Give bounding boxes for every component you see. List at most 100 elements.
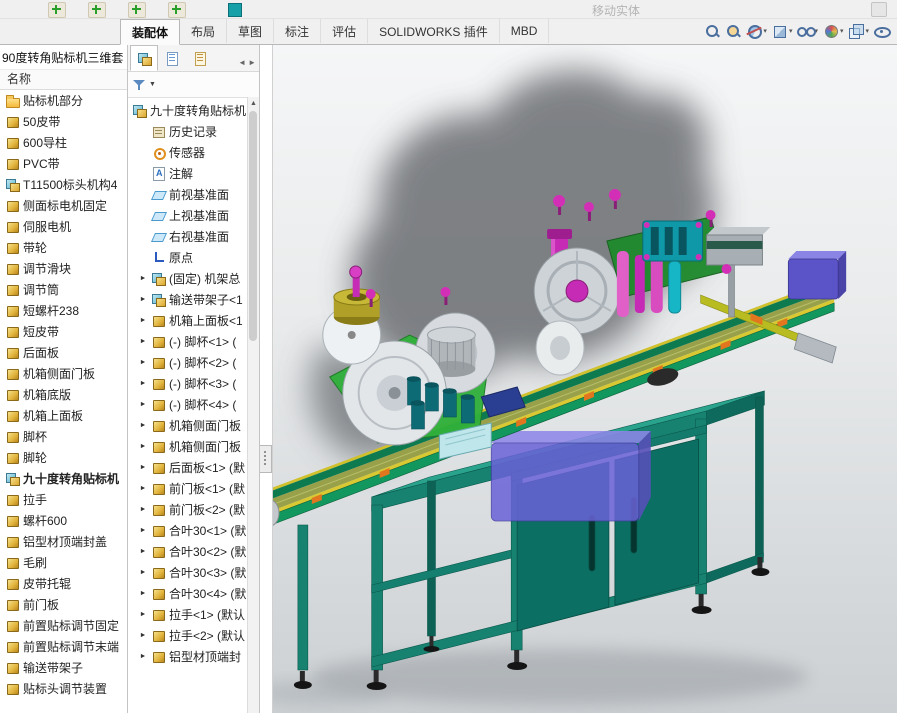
file-list-item[interactable]: 前门板 [0,594,127,615]
expand-arrow-icon[interactable]: ► [138,422,148,429]
view-tool-button[interactable]: ▾ [724,20,742,42]
view-tool-button[interactable]: ▾ [771,20,794,42]
file-list-item[interactable]: 拉手 [0,489,127,510]
file-list-item[interactable]: 50皮带 [0,111,127,132]
tree-item[interactable]: ► (-) 脚杯<2> ( [128,352,259,373]
file-list-item[interactable]: 机箱底版 [0,384,127,405]
file-list-item[interactable]: 600导柱 [0,132,127,153]
model-motor-box[interactable] [490,431,651,522]
file-list-item[interactable]: 前置贴标调节末端 [0,636,127,657]
expand-arrow-icon[interactable]: ► [138,569,148,576]
filter-caret-icon[interactable]: ▼ [149,81,156,88]
file-list-item[interactable]: 调节筒 [0,279,127,300]
tree-item[interactable]: ► 传感器 [128,142,259,163]
scroll-thumb[interactable] [249,111,257,341]
file-list-item[interactable]: 脚杯 [0,426,127,447]
tree-item[interactable]: ► 后面板<1> (默 [128,457,259,478]
file-list-item[interactable]: 侧面标电机固定 [0,195,127,216]
tree-item[interactable]: ► (固定) 机架总 [128,268,259,289]
dropdown-caret-icon[interactable]: ▾ [763,27,767,35]
tree-item[interactable]: ► 输送带架子<1 [128,289,259,310]
dropdown-caret-icon[interactable]: ▾ [865,27,869,35]
command-tab[interactable]: MBD [500,19,550,43]
sketch-tool-icon[interactable] [228,3,242,17]
file-list-item[interactable]: 贴标头调节装置 [0,678,127,699]
view-tool-button[interactable]: ▾ [796,20,819,42]
expand-arrow-icon[interactable]: ► [138,401,148,408]
file-list-item[interactable]: 贴标机部分 [0,90,127,111]
expand-arrow-icon[interactable]: ► [138,548,148,555]
tree-item[interactable]: ► 注解 [128,163,259,184]
tree-item[interactable]: ► 前视基准面 [128,184,259,205]
file-list-item[interactable]: 调节滑块 [0,258,127,279]
splitter-handle-icon[interactable] [260,445,272,473]
expand-arrow-icon[interactable]: ► [138,527,148,534]
file-list-item[interactable]: 铝型材顶端封盖 [0,531,127,552]
file-list-item[interactable]: 机箱侧面门板 [0,363,127,384]
expand-arrow-icon[interactable]: ► [138,590,148,597]
file-list-item[interactable]: 短皮带 [0,321,127,342]
expand-arrow-icon[interactable]: ► [138,317,148,324]
file-list-item[interactable]: 九十度转角贴标机 [0,468,127,489]
command-tab[interactable]: 布局 [180,19,228,43]
file-list-item[interactable]: 脚轮 [0,447,127,468]
tree-item[interactable]: ► (-) 脚杯<1> ( [128,331,259,352]
command-tab[interactable]: 评估 [321,19,369,43]
file-list-item[interactable]: 皮带托辊 [0,573,127,594]
tree-item[interactable]: ► 合叶30<3> (默 [128,562,259,583]
tree-item[interactable]: ► 合叶30<1> (默 [128,520,259,541]
tree-item[interactable]: ► 合叶30<4> (默 [128,583,259,604]
insert-part-icon[interactable] [128,2,146,18]
toolbar-options-icon[interactable] [871,2,887,17]
tab-scroll-left-icon[interactable]: ◄ [238,58,246,67]
expand-arrow-icon[interactable]: ► [138,485,148,492]
expand-arrow-icon[interactable]: ► [138,632,148,639]
command-tab[interactable]: 草图 [227,19,275,43]
file-list-item[interactable]: T11500标头机构4 [0,174,127,195]
file-list-item[interactable]: PVC带 [0,153,127,174]
file-list-item[interactable]: 伺服电机 [0,216,127,237]
tree-item[interactable]: ► 机箱侧面门板 [128,415,259,436]
expand-arrow-icon[interactable]: ► [138,359,148,366]
file-list-item[interactable]: 机箱上面板 [0,405,127,426]
tree-item[interactable]: ► (-) 脚杯<4> ( [128,394,259,415]
tree-item[interactable]: ► 上视基准面 [128,205,259,226]
file-list-item[interactable]: 毛刷 [0,552,127,573]
file-list-item[interactable]: 带轮 [0,237,127,258]
expand-arrow-icon[interactable]: ► [138,380,148,387]
tree-item[interactable]: ► 铝型材顶端封 [128,646,259,667]
tree-item[interactable]: ► 前门板<1> (默 [128,478,259,499]
expand-arrow-icon[interactable]: ► [138,653,148,660]
tree-root-item[interactable]: 九十度转角贴标机 [128,100,259,121]
command-tab[interactable]: 装配体 [120,19,181,45]
tree-item[interactable]: ► 拉手<1> (默认 [128,604,259,625]
command-tab[interactable]: SOLIDWORKS 插件 [368,19,500,43]
file-list-item[interactable]: 后面板 [0,342,127,363]
tree-item[interactable]: ► 机箱上面板<1 [128,310,259,331]
view-tool-button[interactable]: ▾ [745,20,768,42]
expand-arrow-icon[interactable]: ► [138,296,148,303]
view-tool-button[interactable]: ▾ [873,20,891,42]
expand-arrow-icon[interactable]: ► [138,443,148,450]
expand-arrow-icon[interactable]: ► [138,275,148,282]
view-tool-button[interactable]: ▾ [822,20,845,42]
file-list-item[interactable]: 前置贴标调节固定 [0,615,127,636]
view-tool-button[interactable]: ▾ [847,20,870,42]
command-tab[interactable]: 标注 [274,19,322,43]
tree-item[interactable]: ► (-) 脚杯<3> ( [128,373,259,394]
tree-item[interactable]: ► 原点 [128,247,259,268]
tab-feature-tree[interactable] [130,45,158,71]
file-list-header[interactable]: 名称 [0,69,127,90]
scroll-up-icon[interactable]: ▲ [248,97,259,110]
tab-property-manager[interactable] [158,45,186,71]
expand-arrow-icon[interactable]: ► [138,464,148,471]
graphics-area[interactable] [260,45,897,713]
panel-splitter[interactable] [260,45,273,713]
expand-arrow-icon[interactable]: ► [138,338,148,345]
file-list-item[interactable]: 输送带架子 [0,657,127,678]
insert-feature-icon[interactable] [88,2,106,18]
view-tool-button[interactable]: ▾ [703,20,721,42]
dropdown-caret-icon[interactable]: ▾ [789,27,793,35]
tree-scrollbar[interactable]: ▲ [247,97,259,713]
file-list-item[interactable]: 螺杆600 [0,510,127,531]
